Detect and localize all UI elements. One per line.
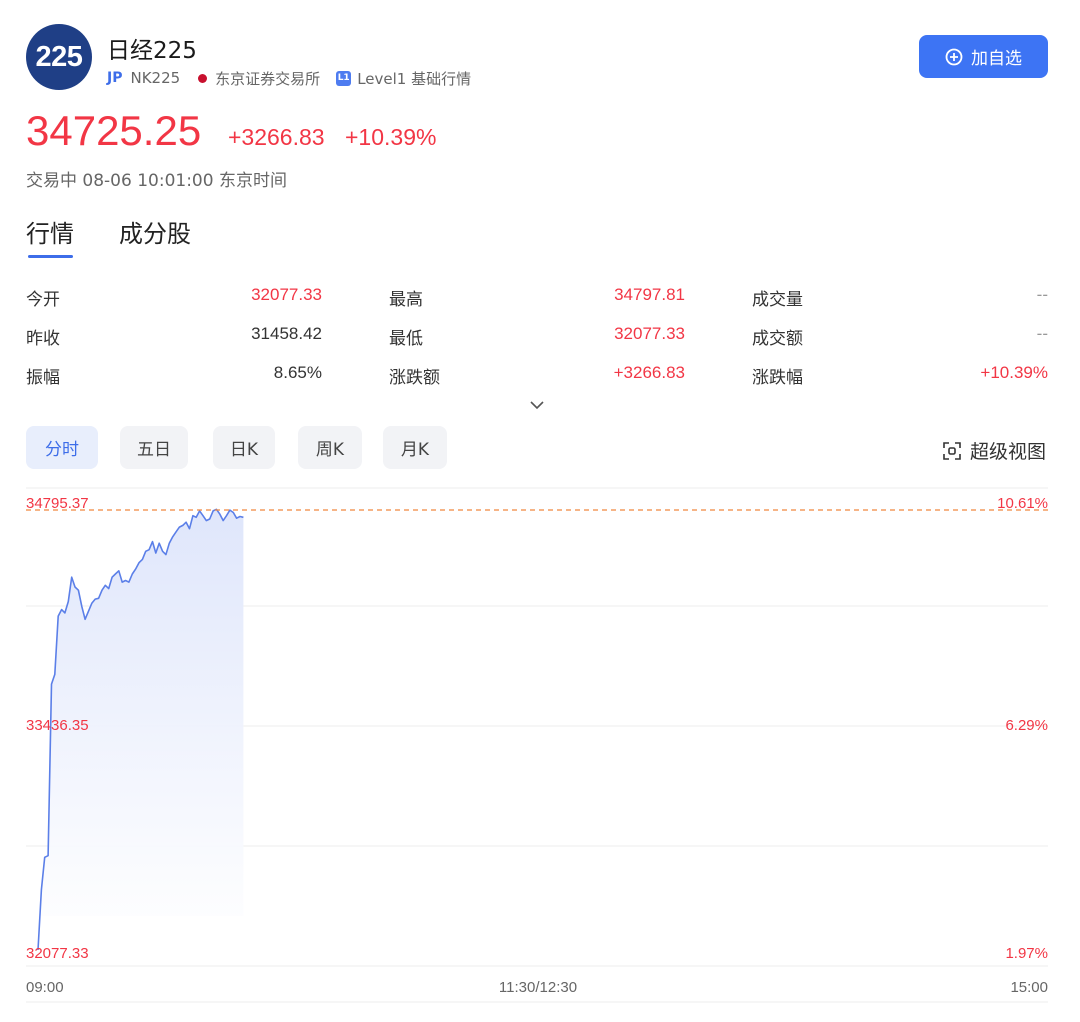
stat-label: 最高 <box>389 290 423 310</box>
stat-value: +3266.83 <box>613 363 685 382</box>
stat-value: -- <box>1036 285 1048 304</box>
stat-label: 涨跌额 <box>389 368 440 388</box>
japan-flag-icon <box>198 73 208 83</box>
chevron-down-icon[interactable] <box>528 398 546 412</box>
level-text: Level1 基础行情 <box>357 69 472 88</box>
stat-label: 振幅 <box>26 368 60 388</box>
y-axis-label: 34795.37 <box>26 495 89 512</box>
stat-value: 8.65% <box>273 363 322 382</box>
stat-label: 涨跌幅 <box>752 368 803 388</box>
price-change: +3266.83 <box>228 124 325 150</box>
period-tab[interactable]: 分时 <box>26 426 98 469</box>
plus-circle-icon <box>945 48 963 65</box>
price-change-pct: +10.39% <box>345 124 437 150</box>
y-axis-pct-label: 10.61% <box>997 495 1048 512</box>
stat-label: 成交量 <box>752 290 803 310</box>
x-axis-label: 11:30/12:30 <box>499 979 577 996</box>
super-view-button[interactable]: 超级视图 <box>942 437 1046 464</box>
add-watchlist-label: 加自选 <box>971 49 1022 69</box>
stat-value: 32077.33 <box>614 324 685 343</box>
period-tab[interactable]: 月K <box>383 426 447 469</box>
stat-label: 成交额 <box>752 329 803 349</box>
add-watchlist-button[interactable]: 加自选 <box>919 35 1048 78</box>
level1-icon: L1 <box>336 70 352 86</box>
tab-constituents[interactable]: 成分股 <box>119 214 191 249</box>
y-axis-pct-label: 6.29% <box>1005 717 1048 734</box>
index-meta: JP NK225 东京证券交易所 L1 Level1 基础行情 <box>107 67 471 89</box>
index-title: 日经225 <box>107 38 197 64</box>
x-axis-label: 09:00 <box>26 979 64 996</box>
index-logo: 225 <box>26 24 92 90</box>
period-tab[interactable]: 周K <box>298 426 362 469</box>
stat-value: 31458.42 <box>251 324 322 343</box>
index-code: NK225 <box>130 69 181 87</box>
trading-status: 交易中 08-06 10:01:00 东京时间 <box>26 171 287 191</box>
stat-value: 34797.81 <box>614 285 685 304</box>
stat-label: 最低 <box>389 329 423 349</box>
y-axis-label: 33436.35 <box>26 717 89 734</box>
stat-value: 32077.33 <box>251 285 322 304</box>
market-tag: JP <box>107 70 123 86</box>
period-tab[interactable]: 五日 <box>120 426 188 469</box>
y-axis-pct-label: 1.97% <box>1005 945 1048 962</box>
expand-view-icon <box>943 441 961 460</box>
active-tab-indicator <box>28 255 73 258</box>
last-price: 34725.25 <box>26 107 202 154</box>
super-view-label: 超级视图 <box>970 441 1047 463</box>
tab-quote[interactable]: 行情 <box>26 214 74 249</box>
stat-label: 今开 <box>26 290 60 310</box>
period-tab[interactable]: 日K <box>213 426 275 469</box>
y-axis-label: 32077.33 <box>26 945 89 962</box>
x-axis-label: 15:00 <box>1010 979 1048 996</box>
exchange-name: 东京证券交易所 <box>215 69 321 88</box>
stat-value: -- <box>1036 324 1048 343</box>
intraday-chart[interactable]: 34795.37 33436.35 32077.33 10.61% 6.29% 1.97%… <box>0 480 1080 1010</box>
stat-value: +10.39% <box>980 363 1048 382</box>
stat-label: 昨收 <box>26 329 60 349</box>
